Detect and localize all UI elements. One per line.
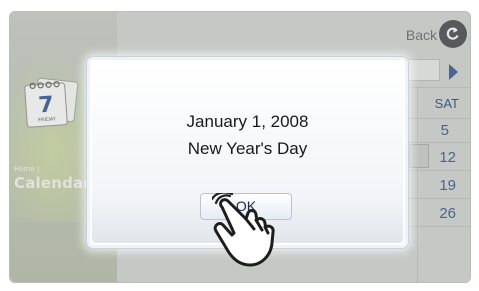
dialog-event: New Year's Day — [187, 139, 308, 158]
dialog-date: January 1, 2008 — [186, 112, 309, 131]
hand-pointer-icon — [212, 193, 275, 267]
